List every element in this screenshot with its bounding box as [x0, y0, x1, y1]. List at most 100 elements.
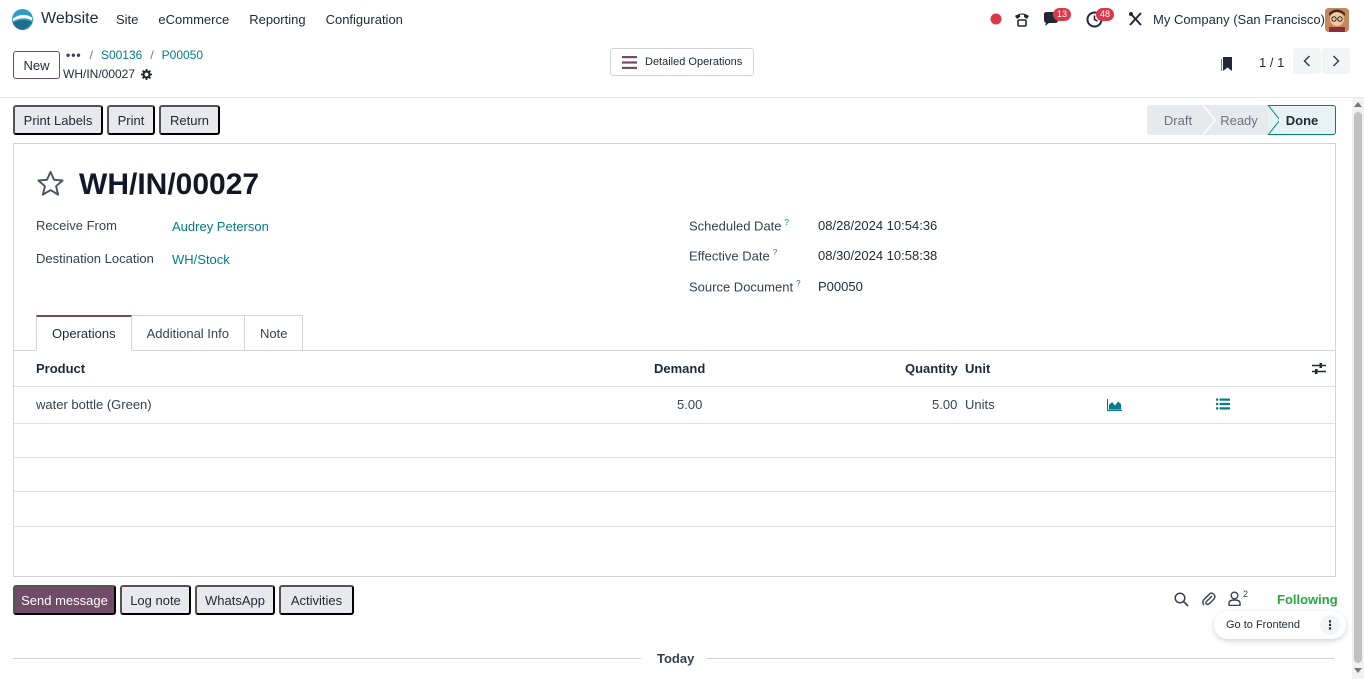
favorite-star-icon[interactable]	[36, 170, 65, 198]
date-divider-today: Today	[657, 651, 695, 666]
send-message-button[interactable]: Send message	[13, 585, 116, 615]
optional-columns-icon[interactable]	[1312, 362, 1326, 375]
column-header-unit[interactable]: Unit	[965, 361, 990, 376]
followers-user-icon[interactable]	[1228, 591, 1241, 606]
breadcrumb-sale-order[interactable]: S00136	[101, 48, 142, 62]
menu-site[interactable]: Site	[116, 12, 138, 27]
print-labels-button[interactable]: Print Labels	[13, 105, 103, 135]
list-bars-icon	[622, 55, 637, 69]
source-document-label-text: Source Document	[689, 279, 794, 295]
print-button[interactable]: Print	[107, 105, 155, 135]
source-document-label: Source Document?	[689, 279, 801, 294]
debug-tools-icon[interactable]	[1128, 11, 1143, 27]
main-menu: Site eCommerce Reporting Configuration	[116, 12, 423, 27]
notebook-tabs: Operations Additional Info Note	[36, 315, 304, 351]
scroll-up-icon[interactable]	[1354, 101, 1362, 107]
menu-ecommerce[interactable]: eCommerce	[158, 12, 229, 27]
control-panel: New ••• / S00136 / P00050 WH/IN/00027 De…	[0, 39, 1364, 98]
top-navbar: Website Site eCommerce Reporting Configu…	[0, 0, 1364, 39]
tab-additional-info[interactable]: Additional Info	[131, 315, 245, 351]
help-tooltip-icon[interactable]: ?	[796, 279, 800, 288]
log-note-button[interactable]: Log note	[120, 585, 191, 615]
scrollbar-thumb[interactable]	[1354, 112, 1362, 663]
source-document-field[interactable]: P00050	[818, 279, 863, 294]
app-name[interactable]: Website	[41, 10, 99, 28]
breadcrumb: ••• / S00136 / P00050	[66, 48, 203, 62]
table-row-divider	[14, 457, 1335, 458]
gear-icon[interactable]	[141, 68, 153, 80]
detailed-operations-button[interactable]: Detailed Operations	[610, 48, 754, 76]
row-product[interactable]: water bottle (Green)	[36, 397, 152, 412]
help-tooltip-icon[interactable]: ?	[785, 218, 789, 227]
date-divider-line	[707, 658, 1335, 659]
effective-date-label-text: Effective Date	[689, 248, 770, 264]
destination-location-label: Destination Location	[36, 251, 154, 266]
effective-date-label: Effective Date?	[689, 248, 777, 263]
record-title: WH/IN/00027	[79, 168, 260, 201]
row-quantity[interactable]: 5.00	[932, 397, 957, 412]
details-list-icon[interactable]	[1216, 398, 1230, 410]
menu-configuration[interactable]: Configuration	[326, 12, 403, 27]
row-unit: Units	[965, 397, 995, 412]
detailed-operations-label: Detailed Operations	[645, 56, 743, 68]
breadcrumb-separator: /	[150, 48, 154, 62]
date-divider-line	[13, 658, 641, 659]
company-switcher[interactable]: My Company (San Francisco)	[1153, 12, 1325, 27]
app-logo-icon[interactable]	[11, 8, 34, 31]
scheduled-date-label-text: Scheduled Date	[689, 218, 782, 234]
pager-next-button[interactable]	[1322, 48, 1350, 74]
following-button[interactable]: Following	[1277, 592, 1338, 607]
table-row-divider	[14, 423, 1335, 424]
receive-from-field[interactable]: Audrey Peterson	[172, 219, 269, 234]
new-button[interactable]: New	[13, 51, 60, 79]
tab-operations[interactable]: Operations	[36, 315, 132, 351]
go-to-frontend-popup: Go to Frontend ⋮	[1214, 611, 1346, 639]
pager-value[interactable]: 1 / 1	[1259, 55, 1284, 70]
activities-badge: 48	[1096, 8, 1115, 21]
breadcrumb-separator: /	[89, 48, 93, 62]
column-header-demand[interactable]: Demand	[654, 361, 705, 376]
breadcrumb-more-icon[interactable]: •••	[66, 48, 82, 62]
status-ready[interactable]: Ready	[1209, 105, 1269, 135]
go-to-frontend-button[interactable]: Go to Frontend	[1226, 619, 1300, 631]
page-scrollbar[interactable]	[1352, 98, 1364, 679]
destination-location-field[interactable]: WH/Stock	[172, 252, 230, 267]
search-icon[interactable]	[1174, 592, 1189, 607]
scheduled-date-label: Scheduled Date?	[689, 218, 789, 233]
breadcrumb-purchase-order[interactable]: P00050	[162, 48, 203, 62]
tab-note[interactable]: Note	[245, 315, 304, 351]
pager-previous-button[interactable]	[1293, 48, 1321, 74]
scroll-down-icon[interactable]	[1354, 668, 1362, 674]
column-header-quantity[interactable]: Quantity	[905, 361, 958, 376]
bookmark-icon[interactable]	[1221, 57, 1232, 71]
record-name: WH/IN/00027	[63, 67, 136, 81]
forecast-chart-icon[interactable]	[1107, 399, 1122, 411]
followers-count: 2	[1243, 589, 1249, 599]
effective-date-field: 08/30/2024 10:58:38	[818, 248, 938, 263]
column-header-product[interactable]: Product	[36, 361, 85, 376]
help-tooltip-icon[interactable]: ?	[773, 248, 777, 257]
table-row-divider	[14, 526, 1335, 527]
recording-dot-icon[interactable]	[990, 13, 1002, 25]
paperclip-icon[interactable]	[1201, 591, 1216, 607]
receive-from-label: Receive From	[36, 218, 117, 233]
user-avatar[interactable]	[1325, 8, 1349, 32]
table-header-divider	[14, 386, 1335, 387]
whatsapp-button[interactable]: WhatsApp	[195, 585, 275, 615]
menu-reporting[interactable]: Reporting	[249, 12, 305, 27]
return-button[interactable]: Return	[159, 105, 220, 135]
status-draft[interactable]: Draft	[1147, 105, 1209, 135]
row-demand: 5.00	[677, 397, 703, 412]
phone-icon[interactable]	[1013, 10, 1031, 28]
chevron-right-icon	[1332, 55, 1340, 67]
status-chevron-icon	[1202, 105, 1216, 135]
scheduled-date-field[interactable]: 08/28/2024 10:54:36	[818, 218, 937, 233]
more-options-icon[interactable]: ⋮	[1320, 615, 1340, 635]
activities-button[interactable]: Activities	[279, 585, 354, 615]
user-avatar-icon	[1325, 8, 1349, 32]
status-done[interactable]: Done	[1269, 105, 1336, 135]
form-sheet: WH/IN/00027 Receive From Audrey Peterson…	[13, 143, 1336, 577]
record-breadcrumb: WH/IN/00027	[63, 67, 153, 81]
status-chevron-icon	[1263, 105, 1279, 135]
messages-badge: 13	[1053, 8, 1072, 21]
